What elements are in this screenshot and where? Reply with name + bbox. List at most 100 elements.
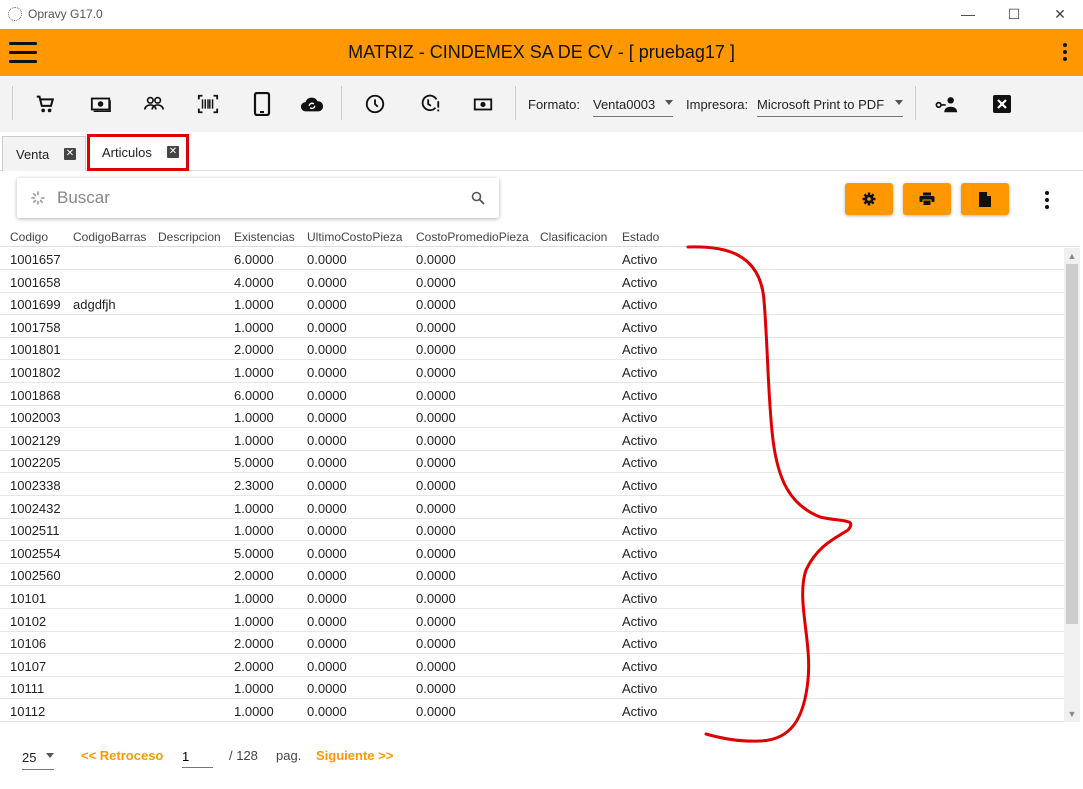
table-cell: 1.0000 [234,297,274,313]
current-page-input[interactable] [182,746,213,768]
table-row[interactable]: 1001658 4.0000 0.0000 0.0000 Activo [0,271,1064,293]
table-scrollbar[interactable]: ▲ ▼ [1064,248,1080,722]
prev-page-link[interactable]: << Retroceso [81,748,163,763]
table-cell: 0.0000 [307,432,347,448]
table-row[interactable]: 10101 1.0000 0.0000 0.0000 Activo [0,587,1064,609]
cash-icon[interactable] [89,92,113,116]
minimize-button[interactable]: — [945,0,991,28]
column-header[interactable]: Existencias [234,230,295,244]
header-more-icon[interactable] [1063,43,1069,64]
close-tab-icon[interactable]: ✕ [167,146,179,158]
page-size-value: 25 [22,750,37,765]
toolbar-divider [12,86,13,120]
table-row[interactable]: 1002003 1.0000 0.0000 0.0000 Activo [0,406,1064,429]
table-cell: 0.0000 [307,636,347,652]
cloud-sync-icon[interactable] [300,92,324,116]
column-header[interactable]: Descripcion [158,230,221,244]
table-row[interactable]: 10111 1.0000 0.0000 0.0000 Activo [0,677,1064,700]
table-row[interactable]: 1002205 5.0000 0.0000 0.0000 Activo [0,451,1064,474]
table-cell: adgdfjh [73,297,116,313]
table-cell: 1.0000 [234,613,274,629]
table-row[interactable]: 1002560 2.0000 0.0000 0.0000 Activo [0,564,1064,587]
scroll-up-icon[interactable]: ▲ [1064,248,1080,264]
table-cell: Activo [622,342,658,358]
clock-alert-icon[interactable] [418,92,442,116]
table-cell: 1002205 [10,455,61,471]
table-cell: 0.0000 [307,319,347,335]
search-box [17,178,499,218]
table-cell: 1001802 [10,365,61,380]
money-icon[interactable] [471,92,495,116]
barcode-icon[interactable] [196,92,220,116]
close-box-icon[interactable] [990,92,1014,116]
window-titlebar: Opravy G17.0 — ☐ ✕ [0,0,1083,28]
table-cell: 0.0000 [416,365,456,380]
print-button[interactable] [903,183,951,215]
close-window-button[interactable]: ✕ [1037,0,1083,28]
close-tab-icon[interactable]: ✕ [64,148,76,160]
table-row[interactable]: 1002338 2.3000 0.0000 0.0000 Activo [0,474,1064,496]
table-cell: 0.0000 [307,658,347,674]
table-cell: 1002129 [10,432,61,448]
scroll-down-icon[interactable]: ▼ [1064,706,1080,722]
table-cell: Activo [622,297,658,313]
column-header[interactable]: UltimoCostoPieza [307,230,402,244]
table-cell: Activo [622,410,658,426]
table-row[interactable]: 1002432 1.0000 0.0000 0.0000 Activo [0,497,1064,519]
search-icon[interactable] [471,191,485,205]
cart-icon[interactable] [33,92,57,116]
column-header[interactable]: Codigo [10,230,48,244]
impresora-select[interactable]: Microsoft Print to PDF [757,95,903,117]
table-row[interactable]: 10107 2.0000 0.0000 0.0000 Activo [0,655,1064,677]
settings-button[interactable] [845,183,893,215]
table-cell: 1.0000 [234,523,274,539]
table-row[interactable]: 1002554 5.0000 0.0000 0.0000 Activo [0,542,1064,564]
table-cell: 0.0000 [416,681,456,697]
table-row[interactable]: 1001802 1.0000 0.0000 0.0000 Activo [0,361,1064,383]
user-key-icon[interactable] [935,92,959,116]
tab-venta[interactable]: Venta ✕ [2,136,86,171]
table-row[interactable]: 1001758 1.0000 0.0000 0.0000 Activo [0,316,1064,338]
more-options-icon[interactable] [1045,191,1051,212]
column-header[interactable]: CostoPromedioPieza [416,230,529,244]
maximize-button[interactable]: ☐ [991,0,1037,28]
table-cell: 0.0000 [307,568,347,584]
table-row[interactable]: 10102 1.0000 0.0000 0.0000 Activo [0,610,1064,632]
tablet-icon[interactable] [250,92,274,116]
column-header[interactable]: CodigoBarras [73,230,146,244]
table-row[interactable]: 10112 1.0000 0.0000 0.0000 Activo [0,700,1064,722]
impresora-label: Impresora: [686,97,749,112]
table-cell: 0.0000 [307,274,347,290]
table-body: 1001657 6.0000 0.0000 0.0000 Activo 1001658 4.… [0,248,1064,722]
table-cell: 1001699 [10,297,61,313]
table-row[interactable]: 1001868 6.0000 0.0000 0.0000 Activo [0,384,1064,406]
table-row[interactable]: 1001657 6.0000 0.0000 0.0000 Activo [0,248,1064,270]
page-size-select[interactable]: 25 [22,748,54,770]
table-cell: Activo [622,455,658,471]
table-cell: 1.0000 [234,432,274,448]
table-row[interactable]: 1002511 1.0000 0.0000 0.0000 Activo [0,519,1064,542]
table-row[interactable]: 1001801 2.0000 0.0000 0.0000 Activo [0,338,1064,361]
table-cell: 0.0000 [416,455,456,471]
tab-articulos[interactable]: Articulos ✕ [88,136,188,171]
table-row[interactable]: 1002129 1.0000 0.0000 0.0000 Activo [0,429,1064,451]
table-cell: 0.0000 [416,658,456,674]
column-header[interactable]: Estado [622,230,659,244]
clock-icon[interactable] [363,92,387,116]
table-row[interactable]: 1001699 adgdfjh 1.0000 0.0000 0.0000 Activo [0,293,1064,316]
table-cell: 0.0000 [416,297,456,313]
table-cell: 10106 [10,636,47,652]
customers-icon[interactable] [142,92,166,116]
formato-value: Venta0003 [593,97,656,112]
column-header[interactable]: Clasificacion [540,230,607,244]
next-page-link[interactable]: Siguiente >> [316,748,393,763]
chevron-down-icon [665,100,673,105]
formato-select[interactable]: Venta0003 [593,95,673,117]
scrollbar-thumb[interactable] [1066,264,1078,624]
file-icon [979,191,991,207]
search-input[interactable] [57,186,457,210]
table-cell: Activo [622,252,658,267]
printer-icon [919,192,935,206]
table-row[interactable]: 10106 2.0000 0.0000 0.0000 Activo [0,632,1064,655]
export-file-button[interactable] [961,183,1009,215]
